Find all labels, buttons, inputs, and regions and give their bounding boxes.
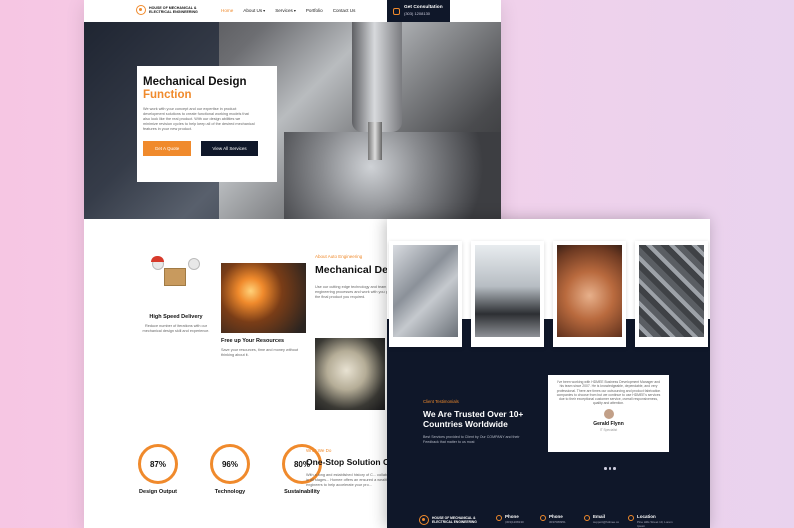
gear-logo-icon [136,5,146,15]
feature-description: Reduce number of iterations with our mec… [142,324,210,333]
portfolio-testimonial-screenshot: Client Testimonials We Are Trusted Over … [387,219,710,528]
carousel-dot[interactable] [604,467,607,470]
delivery-illustration [146,254,206,304]
footer-email: Email support@hdmee.co [584,514,619,524]
gear-logo-icon [419,515,429,525]
logo-text: HOUSE OF MECHANICAL & ELECTRICAL ENGINEE… [149,5,198,14]
location-pin-icon [628,515,634,521]
stats-row: 87% Design Output 96% Technology 80% Sus… [136,444,324,495]
footer-phone-2: Phone 3037080951 [540,514,566,524]
portfolio-gallery [389,241,708,347]
welding-image [221,263,306,333]
package-icon [164,268,186,286]
stat-label: Technology [214,489,246,495]
top-navigation: HOUSE OF MECHANICAL & ELECTRICAL ENGINEE… [84,0,501,22]
gallery-item[interactable] [553,241,626,347]
feature-resources: Free up Your Resources Save your resourc… [221,263,306,358]
nav-item-about[interactable]: About Us▾ [243,8,265,13]
chevron-down-icon: ▾ [293,8,296,13]
feature-title: Free up Your Resources [221,338,285,344]
footer: HOUSE OF MECHANICAL & ELECTRICAL ENGINEE… [387,511,710,528]
hero-buttons: Get A Quote View All Services [143,141,271,156]
get-quote-button[interactable]: Get A Quote [143,141,191,156]
footer-value[interactable]: (303)1208130 [505,520,524,524]
testimonials-intro: Client Testimonials We Are Trusted Over … [423,399,553,445]
testimonial-quote: I’ve been working with HDMEE Business De… [556,380,661,406]
footer-phone-1: Phone (303)1208130 [496,514,524,524]
footer-label: Phone [505,514,519,519]
footer-logo-text: HOUSE OF MECHANICAL & ELECTRICAL ENGINEE… [432,516,477,524]
footer-logo[interactable]: HOUSE OF MECHANICAL & ELECTRICAL ENGINEE… [419,515,487,525]
stat-design-output: 87% Design Output [136,444,180,495]
progress-ring: 96% [210,444,250,484]
footer-location: Location Pine Hills Street 10, Lorem Ipsu… [628,514,675,528]
cta-label: Get Consultation [404,5,443,10]
testimonials-description: Best Services provided to Client by Our … [423,435,520,444]
phone-icon [393,7,400,15]
gallery-image [475,245,540,337]
footer-label: Email [593,514,606,519]
main-menu: Home About Us▾ Services▾ Portfolio Conta… [221,8,355,13]
cnc-spindle-image [352,22,402,132]
cap-icon [151,256,164,262]
gallery-image [557,245,622,337]
stat-technology: 96% Technology [208,444,252,495]
hero-machining-image [284,132,501,219]
testimonial-card: I’ve been working with HDMEE Business De… [548,375,669,452]
hero-card: Mechanical Design Function We work with … [137,66,277,182]
testimonial-name: Gerald Flynn [593,420,624,427]
nav-item-portfolio[interactable]: Portfolio [306,8,323,13]
gears-image [315,338,385,410]
carousel-dot[interactable] [608,467,611,470]
stat-label: Design Output [139,489,177,495]
feature-description: Save your resources, time and money with… [221,348,299,357]
figure-icon [188,258,200,270]
feature-delivery: High Speed Delivery Reduce number of ite… [141,254,211,334]
hero-title-line1: Mechanical Design [143,76,247,88]
gallery-item[interactable] [389,241,462,347]
testimonial-role: IT Specialist [599,427,618,432]
testimonials-title: We Are Trusted Over 10+ Countries Worldw… [423,409,524,429]
hero-title: Mechanical Design Function [143,76,271,101]
gallery-item[interactable] [471,241,544,347]
mobile-icon [540,515,546,521]
gallery-item[interactable] [635,241,708,347]
carousel-dot[interactable] [613,467,616,470]
feature-title: High Speed Delivery [149,314,203,320]
progress-ring: 87% [138,444,178,484]
hero-description: We work with your concept and our expert… [143,107,255,131]
hero-title-line2: Function [143,88,192,101]
stat-label: Sustainability [284,489,320,495]
footer-value: Pine Hills Street 10, Lorem Ipsum [637,520,673,528]
cta-phone: (303) 1208130 [404,11,431,16]
footer-label: Phone [549,514,563,519]
cnc-tool-image [368,122,382,160]
footer-value[interactable]: support@hdmee.co [593,520,619,524]
consultation-cta[interactable]: Get Consultation (303) 1208130 [387,0,450,22]
gallery-image [639,245,704,337]
carousel-dots [604,467,616,470]
nav-item-services[interactable]: Services▾ [275,8,296,13]
chevron-down-icon: ▾ [263,8,266,13]
footer-label: Location [637,514,656,519]
brand-logo[interactable]: HOUSE OF MECHANICAL & ELECTRICAL ENGINEE… [136,5,209,15]
footer-value[interactable]: 3037080951 [549,520,566,524]
view-services-button[interactable]: View All Services [201,141,258,156]
gallery-image [393,245,458,337]
avatar [603,408,614,419]
phone-icon [496,515,502,521]
mail-icon [584,515,590,521]
nav-item-home[interactable]: Home [221,8,233,13]
cta-text: Get Consultation (303) 1208130 [404,5,443,17]
testimonials-eyebrow: Client Testimonials [423,399,459,404]
hero-section: Mechanical Design Function We work with … [84,22,501,219]
nav-item-contact[interactable]: Contact Us [333,8,356,13]
